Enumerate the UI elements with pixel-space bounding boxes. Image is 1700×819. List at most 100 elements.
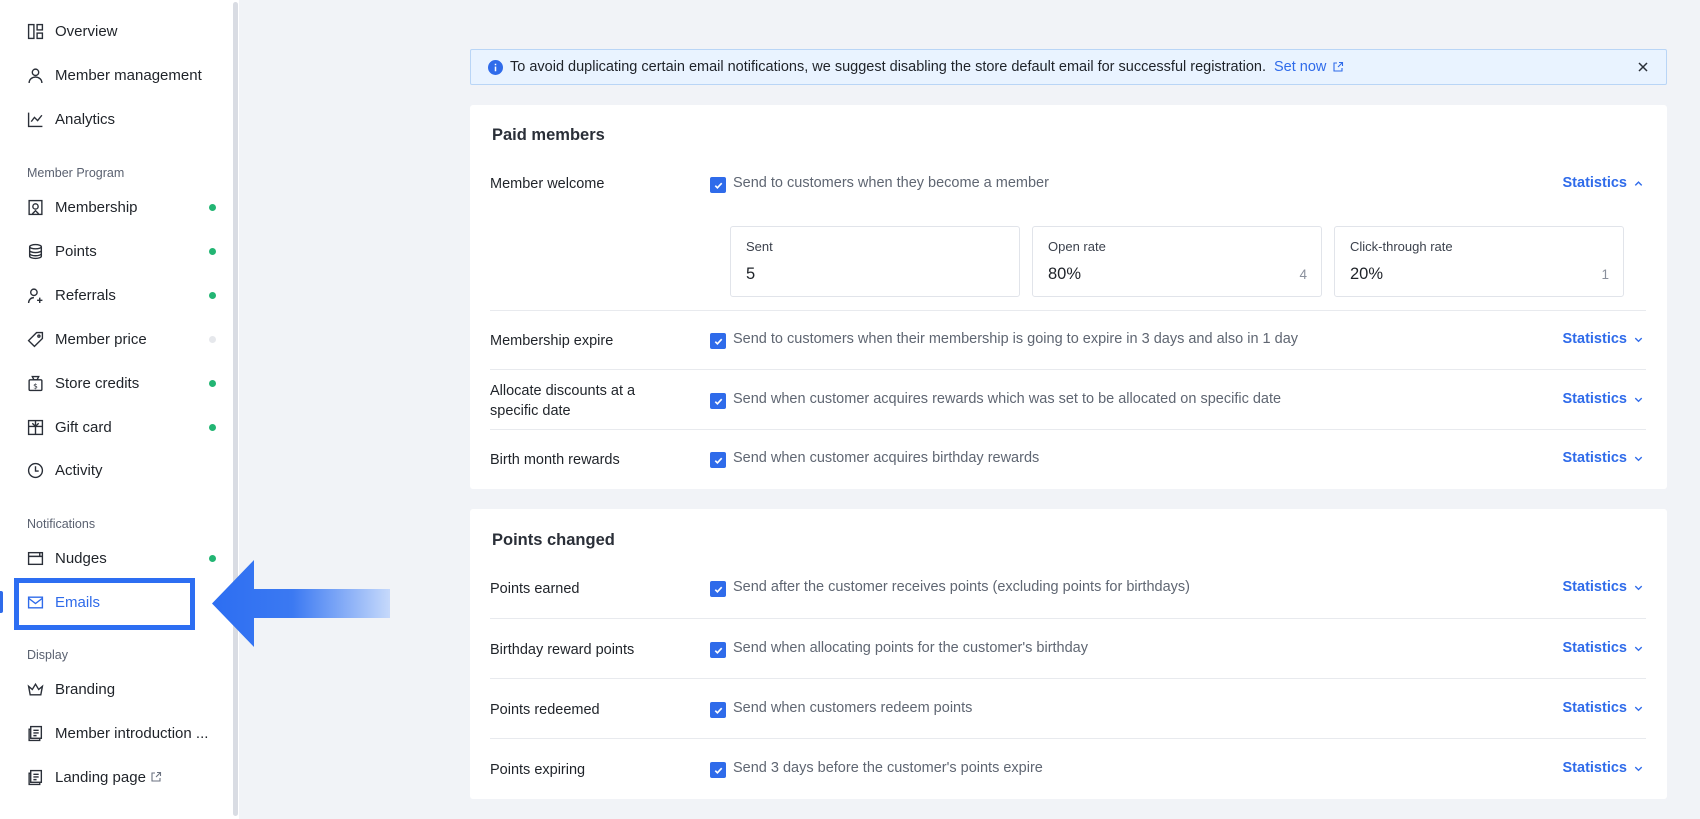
- divider: [490, 678, 1646, 679]
- sidebar-item-overview[interactable]: Overview: [0, 13, 232, 49]
- row-name: Birthday reward points: [490, 642, 635, 658]
- pointer-arrow-icon: [212, 560, 390, 647]
- statistics-toggle[interactable]: Statistics: [1563, 579, 1644, 595]
- row-name: Points redeemed: [490, 702, 600, 718]
- checkbox[interactable]: [710, 581, 726, 597]
- divider: [490, 738, 1646, 739]
- statistics-label: Statistics: [1562, 450, 1627, 466]
- checkbox[interactable]: [710, 642, 726, 658]
- person-add-icon: [27, 287, 44, 304]
- statistics-toggle[interactable]: Statistics: [1563, 331, 1644, 347]
- status-dot: [209, 248, 216, 255]
- sidebar-item-label: Store credits: [55, 374, 140, 392]
- sidebar-item-label: Overview: [55, 22, 118, 40]
- sidebar-item-referrals[interactable]: Referrals: [0, 277, 232, 313]
- status-dot: [209, 424, 216, 431]
- sidebar-item-label: Gift card: [55, 418, 112, 436]
- sidebar-item-landing-page[interactable]: Landing page: [0, 759, 232, 795]
- points-changed-card: Points changed Points earned Send after …: [470, 509, 1667, 799]
- row-description: Send to customers when they become a mem…: [733, 175, 1049, 191]
- sidebar-item-label: Points: [55, 242, 97, 260]
- sidebar-item-activity[interactable]: Activity: [0, 452, 232, 488]
- row-name: Membership expire: [490, 333, 614, 349]
- statistics-toggle[interactable]: Statistics: [1563, 450, 1644, 466]
- sidebar-item-membership[interactable]: Membership: [0, 189, 232, 225]
- row-description: Send after the customer receives points …: [733, 579, 1190, 595]
- stat-card-open-rate: Open rate 80% 4: [1032, 226, 1322, 297]
- statistics-toggle[interactable]: Statistics: [1563, 391, 1644, 407]
- stat-card-sent: Sent 5: [730, 226, 1020, 297]
- window-icon: [27, 550, 44, 567]
- sidebar-item-label: Referrals: [55, 286, 116, 304]
- status-dot: [209, 336, 216, 343]
- statistics-toggle[interactable]: Statistics: [1563, 640, 1644, 656]
- set-now-link[interactable]: Set now: [1274, 59, 1344, 75]
- statistics-toggle[interactable]: Statistics: [1563, 175, 1644, 191]
- statistics-label: Statistics: [1562, 579, 1627, 595]
- divider: [490, 310, 1646, 311]
- sidebar-item-label: Membership: [55, 198, 138, 216]
- statistics-label: Statistics: [1562, 700, 1627, 716]
- sidebar-item-member-management[interactable]: Member management: [0, 57, 232, 93]
- page-icon: [27, 725, 44, 742]
- gift-card-icon: [27, 419, 44, 436]
- sidebar-item-member-introduction[interactable]: Member introduction ...: [0, 715, 232, 751]
- sidebar-item-label: Activity: [55, 461, 103, 479]
- card-title: Paid members: [492, 126, 605, 144]
- close-icon[interactable]: [1636, 60, 1650, 74]
- statistics-label: Statistics: [1562, 760, 1627, 776]
- sidebar-item-label: Branding: [55, 680, 116, 698]
- check-icon: [714, 707, 722, 714]
- row-description: Send when customers redeem points: [733, 700, 973, 716]
- checkbox[interactable]: [710, 702, 726, 718]
- checkbox[interactable]: [710, 452, 726, 468]
- row-description: Send to customers when their membership …: [733, 331, 1299, 347]
- checkbox[interactable]: [710, 762, 726, 778]
- statistics-label: Statistics: [1562, 331, 1627, 347]
- sidebar-item-store-credits[interactable]: $ Store credits: [0, 365, 232, 401]
- sidebar-item-member-price[interactable]: Member price: [0, 321, 232, 357]
- row-name: Allocate discounts at a specific date: [490, 383, 636, 419]
- overview-icon: [27, 23, 44, 40]
- sidebar-item-gift-card[interactable]: Gift card: [0, 409, 232, 445]
- chevron-down-icon: [1634, 766, 1643, 771]
- status-dot: [209, 380, 216, 387]
- statistics-toggle[interactable]: Statistics: [1563, 700, 1644, 716]
- checkbox[interactable]: [710, 333, 726, 349]
- svg-text:$: $: [33, 381, 38, 390]
- chevron-down-icon: [1634, 337, 1643, 342]
- sidebar-item-label: Nudges: [55, 549, 107, 567]
- statistics-toggle[interactable]: Statistics: [1563, 760, 1644, 776]
- sidebar-item-branding[interactable]: Branding: [0, 671, 232, 707]
- divider: [490, 429, 1646, 430]
- row-name: Birth month rewards: [490, 452, 620, 468]
- stat-label: Click-through rate: [1350, 239, 1453, 254]
- sidebar: Overview Member management Analytics Mem…: [0, 0, 232, 819]
- check-icon: [714, 767, 722, 774]
- sidebar-item-nudges[interactable]: Nudges: [0, 540, 232, 576]
- row-description: Send when allocating points for the cust…: [733, 640, 1088, 656]
- status-dot: [209, 292, 216, 299]
- statistics-label: Statistics: [1562, 175, 1627, 191]
- checkbox[interactable]: [710, 393, 726, 409]
- section-label-notifications: Notifications: [27, 517, 96, 531]
- chevron-down-icon: [1634, 706, 1643, 711]
- stat-label: Sent: [746, 239, 773, 254]
- sidebar-scrollbar-thumb[interactable]: [233, 2, 238, 816]
- sidebar-item-analytics[interactable]: Analytics: [0, 101, 232, 137]
- statistics-label: Statistics: [1562, 640, 1627, 656]
- row-name: Points earned: [490, 581, 580, 597]
- check-icon: [714, 586, 722, 593]
- external-link-icon: [150, 771, 162, 783]
- card-title: Points changed: [492, 531, 615, 549]
- checkbox[interactable]: [710, 177, 726, 193]
- chevron-up-icon: [1634, 180, 1643, 186]
- banner-text: To avoid duplicating certain email notif…: [510, 59, 1267, 75]
- row-description: Send when customer acquires birthday rew…: [733, 450, 1040, 466]
- chevron-down-icon: [1634, 397, 1643, 402]
- check-icon: [714, 647, 722, 654]
- chevron-down-icon: [1634, 456, 1643, 461]
- sidebar-item-points[interactable]: Points: [0, 233, 232, 269]
- badge-icon: [27, 199, 44, 216]
- chevron-down-icon: [1634, 646, 1643, 651]
